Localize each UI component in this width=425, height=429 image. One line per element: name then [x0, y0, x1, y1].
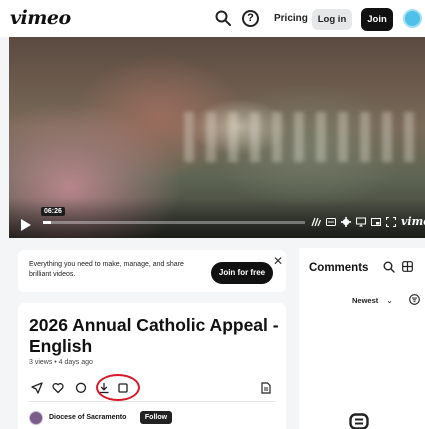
progress-bar[interactable]: [43, 221, 305, 224]
progress-bar-fill: [43, 221, 51, 224]
comment-icon[interactable]: [75, 382, 87, 394]
volume-icon[interactable]: [311, 217, 321, 227]
close-icon[interactable]: ✕: [273, 254, 283, 268]
divider: [29, 401, 275, 402]
pip-icon[interactable]: [371, 217, 381, 227]
chevron-down-icon: ⌄: [386, 296, 393, 305]
play-icon[interactable]: [21, 219, 31, 231]
player-controls: vimeo: [311, 215, 425, 228]
transcript-icon[interactable]: [260, 382, 272, 394]
video-frame-background: [184, 112, 424, 162]
comments-panel: Comments Newest ⌄: [299, 248, 425, 429]
top-navigation-bar: vimeo ? Pricing Log in Join: [0, 0, 425, 37]
vimeo-player-logo[interactable]: vimeo: [401, 215, 425, 228]
download-highlight-annotation: [96, 374, 140, 401]
signup-banner: Everything you need to make, manage, and…: [18, 250, 286, 292]
vimeo-logo[interactable]: vimeo: [10, 7, 71, 29]
fullscreen-icon[interactable]: [386, 216, 396, 227]
join-button[interactable]: Join: [361, 8, 393, 31]
like-icon[interactable]: [52, 382, 64, 394]
share-icon[interactable]: [31, 382, 43, 394]
help-icon[interactable]: ?: [242, 10, 259, 27]
video-meta: 3 views • 4 days ago: [29, 359, 93, 366]
user-avatar[interactable]: [403, 9, 422, 28]
video-player[interactable]: 06:26 vimeo: [9, 37, 425, 238]
follow-button[interactable]: Follow: [140, 411, 172, 424]
banner-text: Everything you need to make, manage, and…: [29, 261, 184, 278]
search-icon[interactable]: [215, 10, 231, 26]
timestamp-badge: 06:26: [41, 207, 65, 216]
channel-avatar[interactable]: [29, 411, 43, 425]
pricing-link[interactable]: Pricing: [274, 13, 308, 24]
comment-bubble-icon: [349, 413, 369, 429]
sort-dropdown[interactable]: Newest ⌄: [352, 296, 393, 305]
sidebar-toggle-icon[interactable]: [402, 261, 413, 272]
sort-label: Newest: [352, 296, 379, 305]
settings-icon[interactable]: [341, 216, 351, 227]
video-title: 2026 Annual Catholic Appeal - English: [29, 315, 279, 356]
filter-icon[interactable]: [409, 294, 420, 305]
search-icon[interactable]: [383, 261, 395, 273]
video-info-card: 2026 Annual Catholic Appeal - English 3 …: [18, 303, 286, 429]
channel-name[interactable]: Diocese of Sacramento: [49, 414, 126, 421]
login-button[interactable]: Log in: [312, 9, 352, 30]
captions-icon[interactable]: [326, 217, 336, 227]
comments-title: Comments: [309, 262, 369, 274]
cast-icon[interactable]: [356, 217, 366, 227]
join-for-free-button[interactable]: Join for free: [211, 262, 273, 284]
